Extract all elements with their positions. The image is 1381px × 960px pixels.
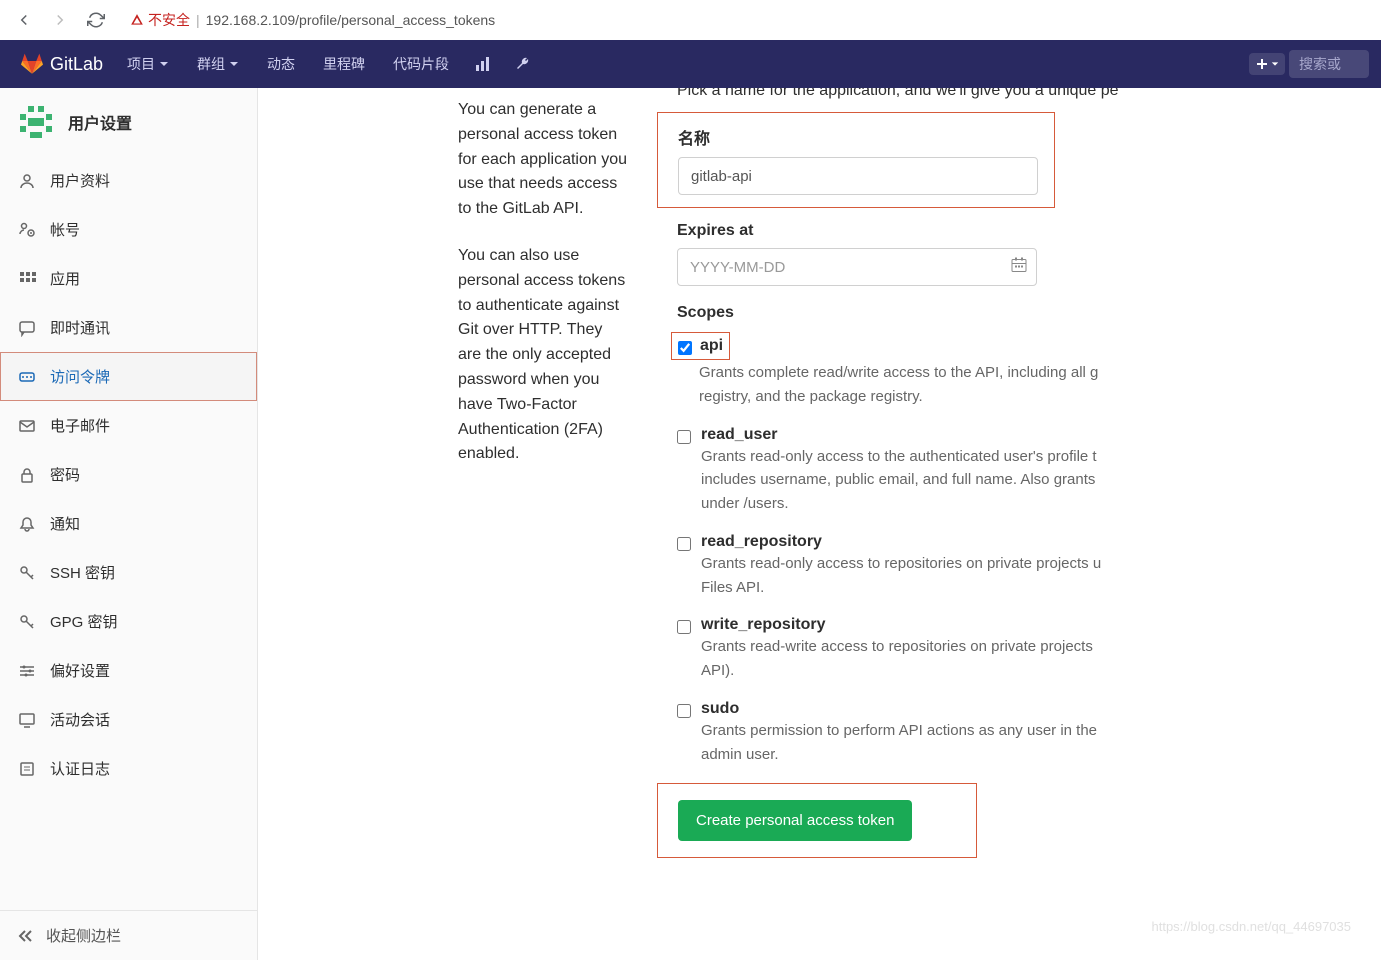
identicon-avatar — [16, 102, 56, 142]
sidebar-item-9[interactable]: GPG 密钥 — [0, 597, 257, 646]
scope-read_repository: read_repositoryGrants read-only access t… — [653, 533, 1381, 617]
tanuki-icon — [20, 53, 44, 75]
chat-icon — [18, 319, 36, 337]
forward-button[interactable] — [46, 6, 74, 34]
sidebar-title: 用户设置 — [68, 110, 132, 134]
sidebar-item-3[interactable]: 即时通讯 — [0, 303, 257, 352]
sidebar-item-12[interactable]: 认证日志 — [0, 744, 257, 793]
separator: | — [196, 12, 200, 28]
scope-api-checkbox[interactable] — [678, 341, 692, 355]
lock-icon — [18, 466, 36, 484]
reload-button[interactable] — [82, 6, 110, 34]
sidebar-item-label: 密码 — [50, 464, 80, 485]
expires-input[interactable] — [677, 248, 1037, 286]
description-column: You can generate a personal access token… — [258, 88, 653, 960]
sidebar-header: 用户设置 — [0, 88, 257, 156]
sidebar-item-label: 应用 — [50, 268, 80, 289]
scope-read_user-checkbox[interactable] — [677, 430, 691, 444]
sidebar-item-label: 用户资料 — [50, 170, 110, 191]
scope-api-name: api — [700, 337, 723, 355]
collapse-label: 收起侧边栏 — [46, 925, 121, 946]
sidebar-item-label: 偏好设置 — [50, 660, 110, 681]
sidebar-item-10[interactable]: 偏好设置 — [0, 646, 257, 695]
sidebar-item-5[interactable]: 电子邮件 — [0, 401, 257, 450]
scope-read_repository-checkbox[interactable] — [677, 537, 691, 551]
new-dropdown[interactable] — [1249, 53, 1285, 75]
nav-snippets[interactable]: 代码片段 — [381, 40, 461, 88]
sidebar-item-4[interactable]: 访问令牌 — [0, 352, 257, 401]
address-bar[interactable]: 不安全 | 192.168.2.109/profile/personal_acc… — [118, 5, 1371, 35]
scope-api-desc: Grants complete read/write access to the… — [699, 362, 1381, 384]
mail-icon — [18, 417, 36, 435]
expires-label: Expires at — [677, 222, 1381, 240]
sliders-icon — [18, 662, 36, 680]
back-button[interactable] — [10, 6, 38, 34]
form-hint: Pick a name for the application, and we'… — [653, 88, 1381, 100]
sidebar-item-label: 访问令牌 — [50, 366, 110, 387]
calendar-icon[interactable] — [1011, 257, 1027, 278]
desc-p2: You can also use personal access tokens … — [458, 244, 629, 467]
scope-sudo-name: sudo — [701, 700, 1381, 718]
collapse-sidebar[interactable]: 收起侧边栏 — [0, 910, 257, 960]
top-navbar: GitLab 项目 群组 动态 里程碑 代码片段 搜索或 — [0, 40, 1381, 88]
sidebar-item-label: 认证日志 — [50, 758, 110, 779]
sidebar-item-6[interactable]: 密码 — [0, 450, 257, 499]
scope-read_user: read_userGrants read-only access to the … — [653, 426, 1381, 533]
sidebar-item-label: 活动会话 — [50, 709, 110, 730]
scope-sudo-checkbox[interactable] — [677, 704, 691, 718]
gitlab-logo[interactable]: GitLab — [12, 53, 111, 75]
nav-milestones[interactable]: 里程碑 — [311, 40, 377, 88]
nav-groups[interactable]: 群组 — [185, 40, 251, 88]
nav-activity[interactable]: 动态 — [255, 40, 307, 88]
chevron-double-left-icon — [18, 929, 34, 943]
key-icon — [18, 564, 36, 582]
sidebar-item-1[interactable]: 帐号 — [0, 205, 257, 254]
sidebar-item-label: SSH 密钥 — [50, 562, 115, 583]
sidebar-item-0[interactable]: 用户资料 — [0, 156, 257, 205]
scopes-label: Scopes — [653, 304, 1381, 322]
scope-write_repository-name: write_repository — [701, 616, 1381, 634]
search-input[interactable]: 搜索或 — [1289, 50, 1369, 78]
list-icon — [18, 760, 36, 778]
browser-toolbar: 不安全 | 192.168.2.109/profile/personal_acc… — [0, 0, 1381, 40]
user-icon — [18, 172, 36, 190]
brand-text: GitLab — [50, 54, 103, 75]
name-field-highlight: 名称 — [657, 112, 1055, 208]
sidebar-item-label: 帐号 — [50, 219, 80, 240]
name-label: 名称 — [678, 125, 1034, 149]
apps-icon — [18, 270, 36, 288]
sidebar-item-2[interactable]: 应用 — [0, 254, 257, 303]
sidebar-item-8[interactable]: SSH 密钥 — [0, 548, 257, 597]
insecure-badge: 不安全 — [130, 10, 190, 30]
url-text: 192.168.2.109/profile/personal_access_to… — [206, 12, 496, 28]
scope-api-highlight: api — [671, 332, 730, 360]
sidebar-item-label: 通知 — [50, 513, 80, 534]
key-icon — [18, 613, 36, 631]
wrench-icon[interactable] — [505, 46, 541, 82]
bell-icon — [18, 515, 36, 533]
token-icon — [18, 368, 36, 386]
scope-api-desc2: registry, and the package registry. — [699, 386, 1381, 408]
sidebar-item-7[interactable]: 通知 — [0, 499, 257, 548]
cog-user-icon — [18, 221, 36, 239]
sidebar: 用户设置 用户资料帐号应用即时通讯访问令牌电子邮件密码通知 SSH 密钥 GPG 密… — [0, 88, 258, 960]
chart-icon[interactable] — [465, 46, 501, 82]
name-input[interactable] — [678, 157, 1038, 195]
monitor-icon — [18, 711, 36, 729]
sidebar-item-label: 电子邮件 — [50, 415, 110, 436]
submit-highlight: Create personal access token — [657, 783, 977, 858]
sidebar-item-label: 即时通讯 — [50, 317, 110, 338]
scope-sudo: sudoGrants permission to perform API act… — [653, 700, 1381, 784]
scope-write_repository: write_repositoryGrants read-write access… — [653, 616, 1381, 700]
create-token-button[interactable]: Create personal access token — [678, 800, 912, 841]
scope-write_repository-checkbox[interactable] — [677, 620, 691, 634]
scope-read_repository-name: read_repository — [701, 533, 1381, 551]
desc-p1: You can generate a personal access token… — [458, 98, 629, 222]
main-content: You can generate a personal access token… — [258, 88, 1381, 960]
sidebar-item-label: GPG 密钥 — [50, 611, 118, 632]
watermark: https://blog.csdn.net/qq_44697035 — [1152, 919, 1352, 934]
sidebar-item-11[interactable]: 活动会话 — [0, 695, 257, 744]
nav-projects[interactable]: 项目 — [115, 40, 181, 88]
scope-read_user-name: read_user — [701, 426, 1381, 444]
